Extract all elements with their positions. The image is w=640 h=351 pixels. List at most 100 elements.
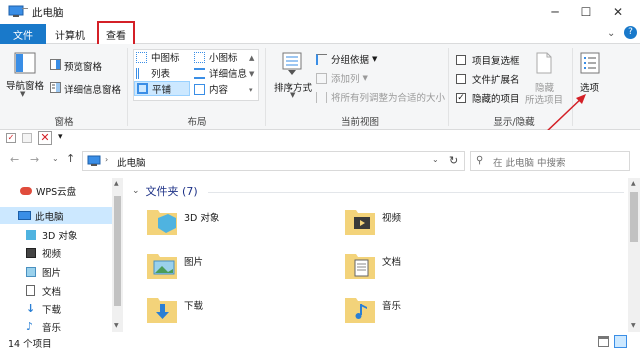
folder-download-icon bbox=[147, 298, 177, 323]
checkbox[interactable] bbox=[456, 55, 466, 65]
address-history-icon[interactable]: ⌄ bbox=[432, 155, 439, 164]
gallery-scroll-icon[interactable]: ▲ ▼ ▾ bbox=[249, 50, 254, 98]
group-header-label: 文件夹 (7) bbox=[145, 185, 198, 198]
hidden-items-label: 隐藏的项目 bbox=[472, 94, 520, 105]
list-icon bbox=[136, 67, 147, 79]
group-header[interactable]: ⌄ 文件夹 (7) bbox=[132, 183, 198, 199]
tiles-view-icon[interactable] bbox=[614, 335, 627, 348]
folder-tile-pictures[interactable]: 图片 bbox=[146, 248, 326, 288]
search-icon: ⚲ bbox=[476, 155, 484, 166]
forward-arrow-icon[interactable]: → bbox=[30, 153, 39, 166]
maximize-button[interactable]: ☐ bbox=[572, 4, 600, 20]
checkbox-checked[interactable]: ✓ bbox=[456, 93, 466, 103]
layout-list[interactable]: 列表 bbox=[136, 66, 170, 80]
sidebar-scrollbar[interactable]: ▲ ▼ bbox=[112, 178, 123, 332]
search-input[interactable]: 在 此电脑 中搜索 bbox=[493, 155, 566, 169]
download-arrow-icon: ↓ bbox=[26, 302, 36, 315]
separator bbox=[127, 48, 128, 126]
sidebar-item-this-pc[interactable]: 此电脑 bbox=[0, 207, 112, 224]
properties-icon[interactable]: ✓ bbox=[6, 133, 16, 143]
group-label-show-hide: 显示/隐藏 bbox=[493, 117, 535, 128]
file-extensions-toggle[interactable]: 文件扩展名 bbox=[456, 72, 520, 86]
cloud-icon bbox=[20, 186, 32, 195]
folder-tile-3d-objects[interactable]: 3D 对象 bbox=[146, 204, 326, 244]
dropdown-arrow-icon: ▼ bbox=[362, 74, 368, 82]
checkbox[interactable] bbox=[456, 74, 466, 84]
add-column-button[interactable]: 添加列 ▼ bbox=[316, 71, 368, 85]
title-bar: 此电脑 ─ ☐ ✕ bbox=[0, 0, 640, 24]
fit-columns-label: 将所有列调整为合适的大小 bbox=[331, 93, 446, 104]
file-extensions-label: 文件扩展名 bbox=[472, 75, 520, 86]
layout-details[interactable]: 详细信息 bbox=[194, 66, 247, 80]
scroll-down-icon[interactable]: ▼ bbox=[114, 322, 119, 329]
group-label-current-view: 当前视图 bbox=[340, 117, 379, 128]
details-view-icon[interactable] bbox=[598, 336, 609, 347]
tab-view[interactable]: 查看 bbox=[97, 21, 135, 45]
collapse-chevron-icon[interactable]: ⌄ bbox=[132, 186, 140, 196]
group-by-label: 分组依据 bbox=[331, 55, 370, 66]
group-label-panes: 窗格 bbox=[54, 117, 74, 128]
details-pane-button[interactable]: 详细信息窗格 bbox=[64, 82, 121, 96]
recent-chevron-icon[interactable]: ⌄ bbox=[52, 154, 59, 163]
sidebar-item-label: WPS云盘 bbox=[36, 186, 77, 198]
folder-document-icon bbox=[345, 254, 375, 279]
folder-tile-documents[interactable]: 文档 bbox=[344, 248, 524, 288]
search-box[interactable]: ⚲ 在 此电脑 中搜索 bbox=[470, 151, 630, 171]
breadcrumb[interactable]: 此电脑 bbox=[117, 155, 146, 169]
folder-3d-icon bbox=[147, 210, 177, 235]
fit-columns-button[interactable]: 将所有列调整为合适的大小 bbox=[316, 90, 445, 104]
minimize-button[interactable]: ─ bbox=[541, 4, 569, 20]
content-scrollbar[interactable]: ▲ ▼ bbox=[628, 178, 640, 332]
window-title: 此电脑 bbox=[32, 7, 64, 19]
collapse-ribbon-icon[interactable]: ⌄ bbox=[607, 28, 615, 39]
layout-content[interactable]: 内容 bbox=[194, 82, 228, 96]
layout-medium-icons[interactable]: 中图标 bbox=[136, 50, 180, 64]
status-bar: 14 个项目 bbox=[0, 333, 640, 351]
fit-columns-icon bbox=[316, 91, 327, 103]
close-button[interactable]: ✕ bbox=[604, 4, 632, 20]
help-icon[interactable]: ? bbox=[624, 26, 637, 39]
sidebar-item-downloads[interactable]: ↓ 下载 bbox=[0, 300, 112, 317]
tab-computer[interactable]: 计算机 bbox=[48, 24, 92, 44]
preview-pane-button[interactable]: 预览窗格 bbox=[64, 59, 102, 73]
new-folder-icon[interactable] bbox=[22, 133, 32, 143]
scroll-up-icon[interactable]: ▲ bbox=[631, 180, 636, 187]
folder-name: 图片 bbox=[184, 257, 204, 268]
folder-tile-videos[interactable]: 视频 bbox=[344, 204, 524, 244]
sidebar-item-documents[interactable]: 文档 bbox=[0, 282, 112, 299]
sidebar-item-videos[interactable]: 视频 bbox=[0, 244, 112, 261]
address-bar[interactable]: › 此电脑 ⌄ ↻ bbox=[82, 151, 465, 171]
sidebar-item-label: 此电脑 bbox=[35, 211, 64, 223]
layout-label: 小图标 bbox=[209, 53, 238, 64]
sidebar-item-3d-objects[interactable]: 3D 对象 bbox=[0, 226, 112, 243]
breadcrumb-chevron-icon[interactable]: › bbox=[105, 155, 108, 164]
item-checkboxes-toggle[interactable]: 项目复选框 bbox=[456, 53, 520, 67]
group-by-button[interactable]: 分组依据 ▼ bbox=[316, 52, 377, 66]
folder-tile-downloads[interactable]: 下载 bbox=[146, 292, 326, 332]
layout-tiles[interactable]: 平铺 bbox=[134, 81, 190, 96]
delete-icon[interactable]: ✕ bbox=[38, 131, 52, 145]
refresh-icon[interactable]: ↻ bbox=[449, 154, 458, 167]
hidden-items-toggle[interactable]: ✓ 隐藏的项目 bbox=[456, 91, 520, 105]
folder-name: 3D 对象 bbox=[184, 213, 220, 224]
add-column-icon bbox=[316, 72, 327, 84]
scroll-up-icon[interactable]: ▲ bbox=[114, 180, 119, 187]
up-arrow-icon[interactable]: ↑ bbox=[66, 152, 75, 165]
scroll-down-icon[interactable]: ▼ bbox=[631, 322, 636, 329]
sidebar-item-label: 3D 对象 bbox=[42, 230, 78, 242]
sidebar-item-pictures[interactable]: 图片 bbox=[0, 263, 112, 280]
folder-tile-music[interactable]: 音乐 bbox=[344, 292, 524, 332]
separator bbox=[448, 48, 449, 126]
group-label-layout: 布局 bbox=[187, 117, 207, 128]
scrollbar-thumb[interactable] bbox=[114, 196, 121, 306]
layout-small-icons[interactable]: 小图标 bbox=[194, 50, 238, 64]
dropdown-arrow-icon: ▼ bbox=[290, 91, 296, 99]
nav-pane-icon bbox=[14, 52, 36, 74]
scrollbar-thumb[interactable] bbox=[630, 192, 638, 242]
options-icon bbox=[580, 52, 600, 74]
sidebar-item-wps[interactable]: WPS云盘 bbox=[0, 182, 112, 199]
back-arrow-icon[interactable]: ← bbox=[10, 153, 19, 166]
tab-file[interactable]: 文件 bbox=[0, 24, 46, 44]
customize-qat-icon[interactable]: ▾ bbox=[58, 132, 63, 142]
layout-label: 列表 bbox=[151, 69, 171, 80]
